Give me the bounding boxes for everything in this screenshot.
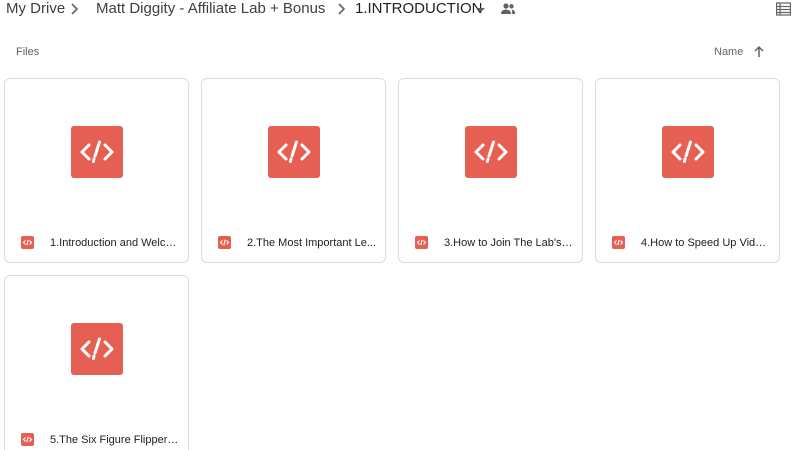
- caret-down-icon[interactable]: [475, 3, 487, 15]
- breadcrumb-current-folder[interactable]: 1.INTRODUCTION: [355, 0, 483, 18]
- file-thumbnail[interactable]: [202, 79, 385, 224]
- file-card[interactable]: 2.The Most Important Le...: [201, 78, 386, 263]
- file-thumbnail[interactable]: [5, 79, 188, 224]
- arrow-up-icon[interactable]: [753, 45, 765, 58]
- code-file-icon: [21, 236, 34, 249]
- file-name: 1.Introduction and Welco...: [50, 237, 180, 249]
- file-name-row[interactable]: 2.The Most Important Le...: [202, 224, 385, 262]
- chevron-right-icon: [331, 0, 353, 18]
- sort-by-name-button[interactable]: Name: [714, 46, 743, 58]
- drive-folder-view: My Drive Matt Diggity - Affiliate Lab + …: [0, 0, 800, 450]
- file-thumbnail[interactable]: [5, 276, 188, 421]
- chevron-right-icon: [64, 0, 86, 18]
- breadcrumb-my-drive[interactable]: My Drive: [6, 0, 65, 18]
- list-view-icon[interactable]: [775, 2, 792, 16]
- code-file-icon: [267, 125, 320, 178]
- file-card[interactable]: 1.Introduction and Welco...: [4, 78, 189, 263]
- files-section-label: Files: [16, 46, 40, 58]
- shared-people-icon: [500, 2, 516, 16]
- code-file-icon: [218, 236, 231, 249]
- file-name: 5.The Six Figure Flipper C...: [50, 434, 180, 446]
- file-name: 4.How to Speed Up Video...: [641, 237, 771, 249]
- code-file-icon: [70, 322, 123, 375]
- file-name-row[interactable]: 5.The Six Figure Flipper C...: [5, 421, 188, 450]
- file-name-row[interactable]: 4.How to Speed Up Video...: [596, 224, 779, 262]
- breadcrumb-parent-folder[interactable]: Matt Diggity - Affiliate Lab + Bonus: [96, 0, 325, 18]
- code-file-icon: [70, 125, 123, 178]
- code-file-icon: [612, 236, 625, 249]
- file-thumbnail[interactable]: [399, 79, 582, 224]
- file-name-row[interactable]: 1.Introduction and Welco...: [5, 224, 188, 262]
- file-name-row[interactable]: 3.How to Join The Lab's F...: [399, 224, 582, 262]
- file-name: 3.How to Join The Lab's F...: [444, 237, 574, 249]
- file-card[interactable]: 4.How to Speed Up Video...: [595, 78, 780, 263]
- code-file-icon: [21, 433, 34, 446]
- breadcrumb: My Drive Matt Diggity - Affiliate Lab + …: [0, 0, 800, 18]
- code-file-icon: [415, 236, 428, 249]
- code-file-icon: [661, 125, 714, 178]
- code-file-icon: [464, 125, 517, 178]
- file-thumbnail[interactable]: [596, 79, 779, 224]
- file-card[interactable]: 5.The Six Figure Flipper C...: [4, 275, 189, 450]
- file-card[interactable]: 3.How to Join The Lab's F...: [398, 78, 583, 263]
- file-name: 2.The Most Important Le...: [247, 237, 377, 249]
